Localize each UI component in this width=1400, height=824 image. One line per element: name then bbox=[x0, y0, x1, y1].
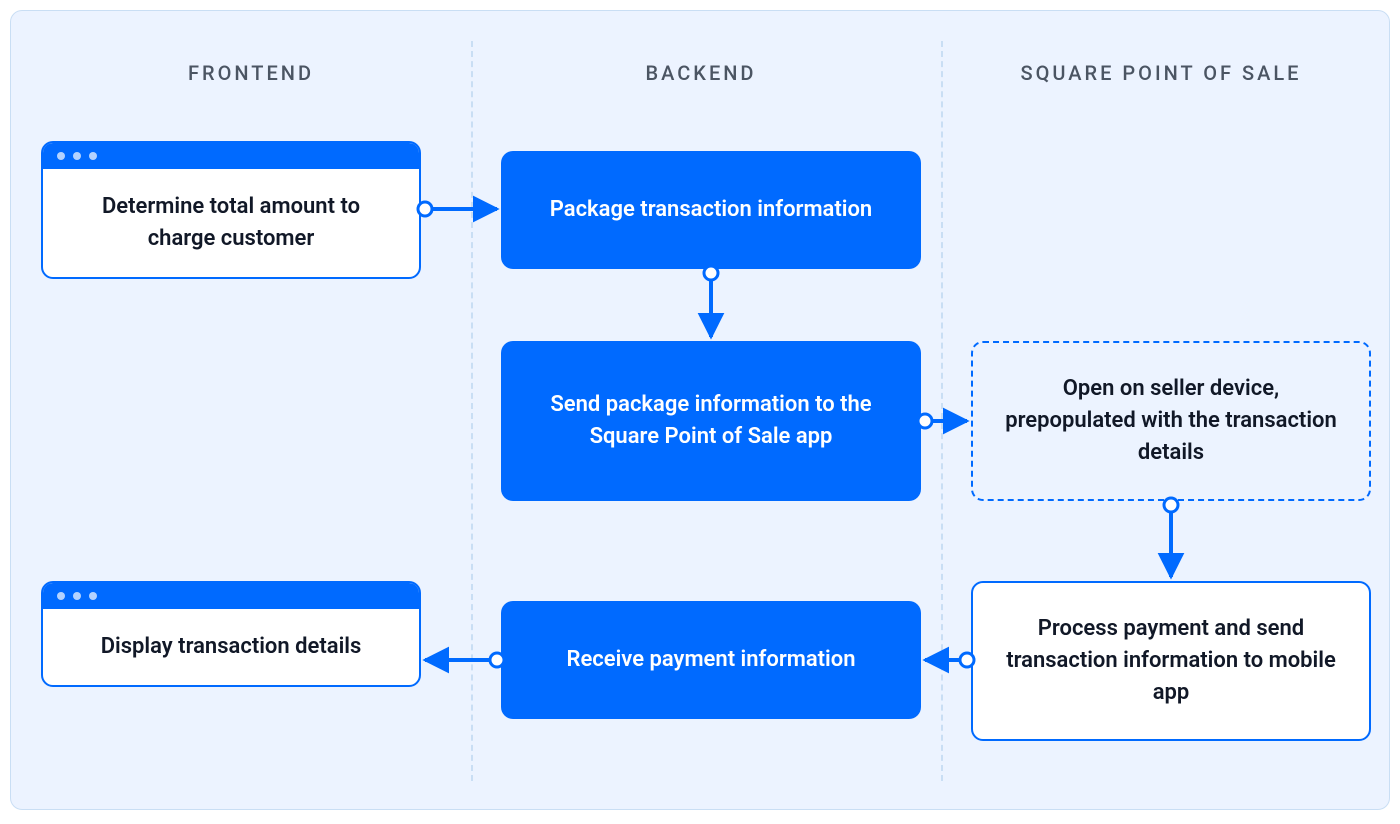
column-header-backend: BACKEND bbox=[491, 61, 911, 85]
node-determine-total: Determine total amount to charge custome… bbox=[41, 141, 421, 279]
node-label: Receive payment information bbox=[566, 644, 855, 676]
window-titlebar bbox=[43, 583, 419, 609]
column-separator-1 bbox=[471, 41, 473, 781]
node-label: Process payment and send transaction inf… bbox=[1003, 613, 1339, 709]
arrow-receive-to-display bbox=[425, 653, 504, 667]
node-label: Determine total amount to charge custome… bbox=[43, 169, 419, 277]
node-send-package: Send package information to the Square P… bbox=[501, 341, 921, 501]
node-label: Package transaction information bbox=[550, 194, 872, 226]
arrow-process-to-receive bbox=[925, 653, 974, 667]
window-dot-icon bbox=[89, 592, 97, 600]
node-process-payment: Process payment and send transaction inf… bbox=[971, 581, 1371, 741]
window-dot-icon bbox=[89, 152, 97, 160]
arrow-open-to-process bbox=[1164, 498, 1178, 577]
node-package-transaction: Package transaction information bbox=[501, 151, 921, 269]
arrow-package-to-send bbox=[704, 266, 718, 337]
column-separator-2 bbox=[941, 41, 943, 781]
column-header-pos: SQUARE POINT OF SALE bbox=[951, 61, 1371, 85]
node-display-details: Display transaction details bbox=[41, 581, 421, 687]
window-dot-icon bbox=[57, 152, 65, 160]
node-open-device: Open on seller device, prepopulated with… bbox=[971, 341, 1371, 501]
arrow-determine-to-package bbox=[418, 202, 497, 216]
window-dot-icon bbox=[73, 152, 81, 160]
window-dot-icon bbox=[73, 592, 81, 600]
window-titlebar bbox=[43, 143, 419, 169]
column-header-frontend: FRONTEND bbox=[41, 61, 461, 85]
node-label: Open on seller device, prepopulated with… bbox=[1003, 373, 1339, 469]
node-receive-payment: Receive payment information bbox=[501, 601, 921, 719]
node-label: Send package information to the Square P… bbox=[531, 389, 891, 453]
node-label: Display transaction details bbox=[43, 609, 419, 685]
window-dot-icon bbox=[57, 592, 65, 600]
diagram-canvas: FRONTEND BACKEND SQUARE POINT OF SALE De… bbox=[10, 10, 1390, 810]
